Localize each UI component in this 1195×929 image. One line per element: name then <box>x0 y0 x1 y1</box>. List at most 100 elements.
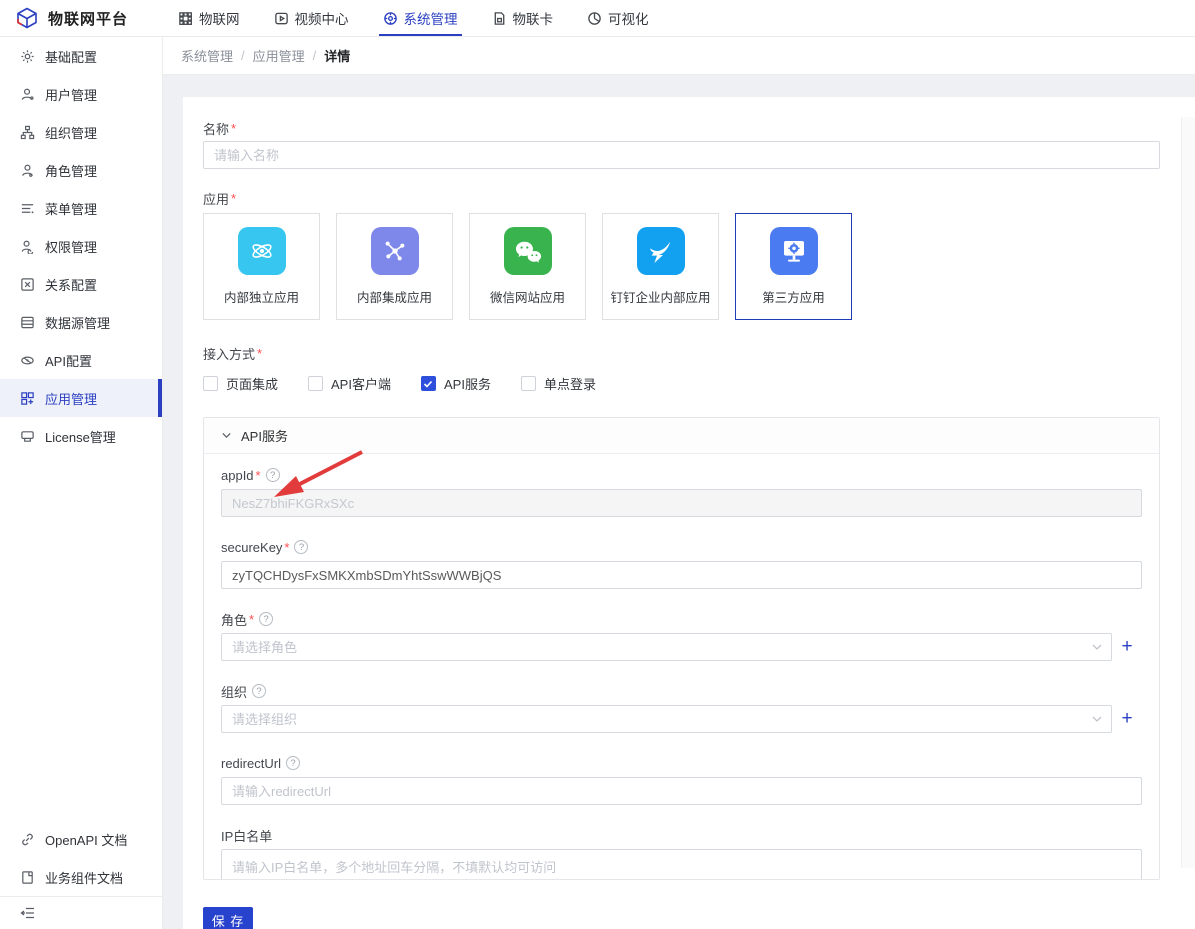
access-options: 页面集成 API客户端 API服务 单点登录 <box>203 374 1160 393</box>
relation-icon <box>20 277 35 292</box>
save-button[interactable]: 保 存 <box>203 907 253 929</box>
sidebar-item-label: 业务组件文档 <box>45 868 123 887</box>
sidebar-item-label: API配置 <box>45 351 92 370</box>
help-circle-icon[interactable]: ? <box>259 612 273 626</box>
dingtalk-icon <box>645 235 677 267</box>
app-detail-form: 名称* 应用* <box>203 119 1160 929</box>
breadcrumb-separator: / <box>241 48 245 63</box>
sidebar-footer: OpenAPI 文档 业务组件文档 <box>0 820 162 929</box>
sidebar-item-role-manage[interactable]: 角色管理 <box>0 151 162 189</box>
top-nav-items: 物联网 视频中心 系统管理 物联卡 可视化 <box>178 0 649 36</box>
help-circle-icon[interactable]: ? <box>286 756 300 770</box>
sidebar-item-label: 组织管理 <box>45 123 97 142</box>
api-icon <box>20 353 35 368</box>
breadcrumb: 系统管理 / 应用管理 / 详情 <box>163 37 1195 75</box>
sidebar-item-label: 关系配置 <box>45 275 97 294</box>
sidebar-item-permission-manage[interactable]: 权限管理 <box>0 227 162 265</box>
app-field-label: 应用* <box>203 189 1160 207</box>
org-field: 组织 ? + <box>221 682 1142 733</box>
nav-item-label: 视频中心 <box>295 8 349 28</box>
sidebar-item-component-doc[interactable]: 业务组件文档 <box>0 858 162 896</box>
sidebar-item-label: OpenAPI 文档 <box>45 830 127 849</box>
api-panel-header[interactable]: API服务 <box>204 418 1159 454</box>
scrollbar-track[interactable] <box>1181 117 1195 868</box>
checkbox-box <box>203 376 218 391</box>
required-star: * <box>231 191 236 206</box>
license-icon <box>20 429 35 444</box>
brand-title: 物联网平台 <box>48 8 128 29</box>
nav-item-label: 系统管理 <box>404 8 458 28</box>
app-badge <box>770 227 818 275</box>
app-badge <box>371 227 419 275</box>
sidebar-item-app-manage[interactable]: 应用管理 <box>0 379 162 417</box>
access-field-label: 接入方式* <box>203 344 1160 362</box>
name-field-label: 名称* <box>203 119 1160 137</box>
help-circle-icon[interactable]: ? <box>294 540 308 554</box>
breadcrumb-item-system-manage[interactable]: 系统管理 <box>181 46 233 65</box>
sidebar-item-relation-config[interactable]: 关系配置 <box>0 265 162 303</box>
app-card-dingtalk-internal[interactable]: 钉钉企业内部应用 <box>602 213 719 320</box>
breadcrumb-item-app-manage[interactable]: 应用管理 <box>253 46 305 65</box>
app-card-wechat-site[interactable]: 微信网站应用 <box>469 213 586 320</box>
redirecturl-input[interactable] <box>221 777 1142 805</box>
role-label: 角色* ? <box>221 610 1142 628</box>
brand-logo[interactable]: 物联网平台 <box>0 6 178 30</box>
redirecturl-label: redirectUrl ? <box>221 754 1142 772</box>
securekey-input[interactable] <box>221 561 1142 589</box>
sidebar-item-menu-manage[interactable]: 菜单管理 <box>0 189 162 227</box>
securekey-field: secureKey* ? <box>221 538 1142 589</box>
nav-item-label: 物联网 <box>199 8 240 28</box>
menu-fold-icon <box>20 905 36 921</box>
sidebar-collapse-toggle[interactable] <box>0 896 162 929</box>
app-card-third-party[interactable]: 第三方应用 <box>735 213 852 320</box>
help-circle-icon[interactable]: ? <box>252 684 266 698</box>
nav-item-video-center[interactable]: 视频中心 <box>274 0 349 36</box>
checkbox-sso[interactable]: 单点登录 <box>521 374 596 393</box>
sidebar-item-user-manage[interactable]: 用户管理 <box>0 75 162 113</box>
ip-whitelist-textarea[interactable] <box>221 849 1142 880</box>
sidebar-item-api-config[interactable]: API配置 <box>0 341 162 379</box>
nav-item-sim-card[interactable]: 物联卡 <box>492 0 554 36</box>
sidebar-item-org-manage[interactable]: 组织管理 <box>0 113 162 151</box>
nav-item-system-manage[interactable]: 系统管理 <box>383 0 458 36</box>
role-field: 角色* ? + <box>221 610 1142 661</box>
breadcrumb-item-detail: 详情 <box>324 46 350 65</box>
checkbox-page-integration[interactable]: 页面集成 <box>203 374 278 393</box>
nav-item-visualization[interactable]: 可视化 <box>587 0 649 36</box>
breadcrumb-separator: / <box>313 48 317 63</box>
sidebar-item-basic-config[interactable]: 基础配置 <box>0 37 162 75</box>
role-select-input[interactable] <box>221 633 1112 661</box>
org-select[interactable] <box>221 705 1112 733</box>
sidebar-item-datasource-manage[interactable]: 数据源管理 <box>0 303 162 341</box>
checkbox-api-client[interactable]: API客户端 <box>308 374 391 393</box>
app-card-internal-integrated[interactable]: 内部集成应用 <box>336 213 453 320</box>
app-card-label: 内部独立应用 <box>224 287 299 306</box>
app-card-label: 内部集成应用 <box>357 287 432 306</box>
add-org-button[interactable]: + <box>1112 705 1142 733</box>
gear-icon <box>20 49 35 64</box>
sidebar-item-license-manage[interactable]: License管理 <box>0 417 162 455</box>
chevron-down-icon <box>1091 713 1103 725</box>
add-role-button[interactable]: + <box>1112 633 1142 661</box>
sim-card-icon <box>492 11 507 26</box>
nav-item-iot[interactable]: 物联网 <box>178 0 240 36</box>
role-select[interactable] <box>221 633 1112 661</box>
name-input[interactable] <box>203 141 1160 169</box>
checkbox-box <box>308 376 323 391</box>
checkbox-api-service[interactable]: API服务 <box>421 374 491 393</box>
app-card-internal-standalone[interactable]: 内部独立应用 <box>203 213 320 320</box>
ip-whitelist-field: IP白名单 <box>221 826 1142 880</box>
help-circle-icon[interactable]: ? <box>266 468 280 482</box>
api-panel-title: API服务 <box>241 426 288 445</box>
org-select-input[interactable] <box>221 705 1112 733</box>
sidebar-item-openapi-doc[interactable]: OpenAPI 文档 <box>0 820 162 858</box>
detail-form-card: 名称* 应用* <box>183 97 1195 929</box>
doc-icon <box>20 870 35 885</box>
link-icon <box>20 832 35 847</box>
org-icon <box>20 125 35 140</box>
main-area: 系统管理 / 应用管理 / 详情 名称* 应用* <box>163 37 1195 929</box>
app-card-label: 微信网站应用 <box>490 287 565 306</box>
required-star: * <box>249 612 254 627</box>
app-card-label: 第三方应用 <box>762 287 825 306</box>
api-service-panel: API服务 appId* ? <box>203 417 1160 880</box>
